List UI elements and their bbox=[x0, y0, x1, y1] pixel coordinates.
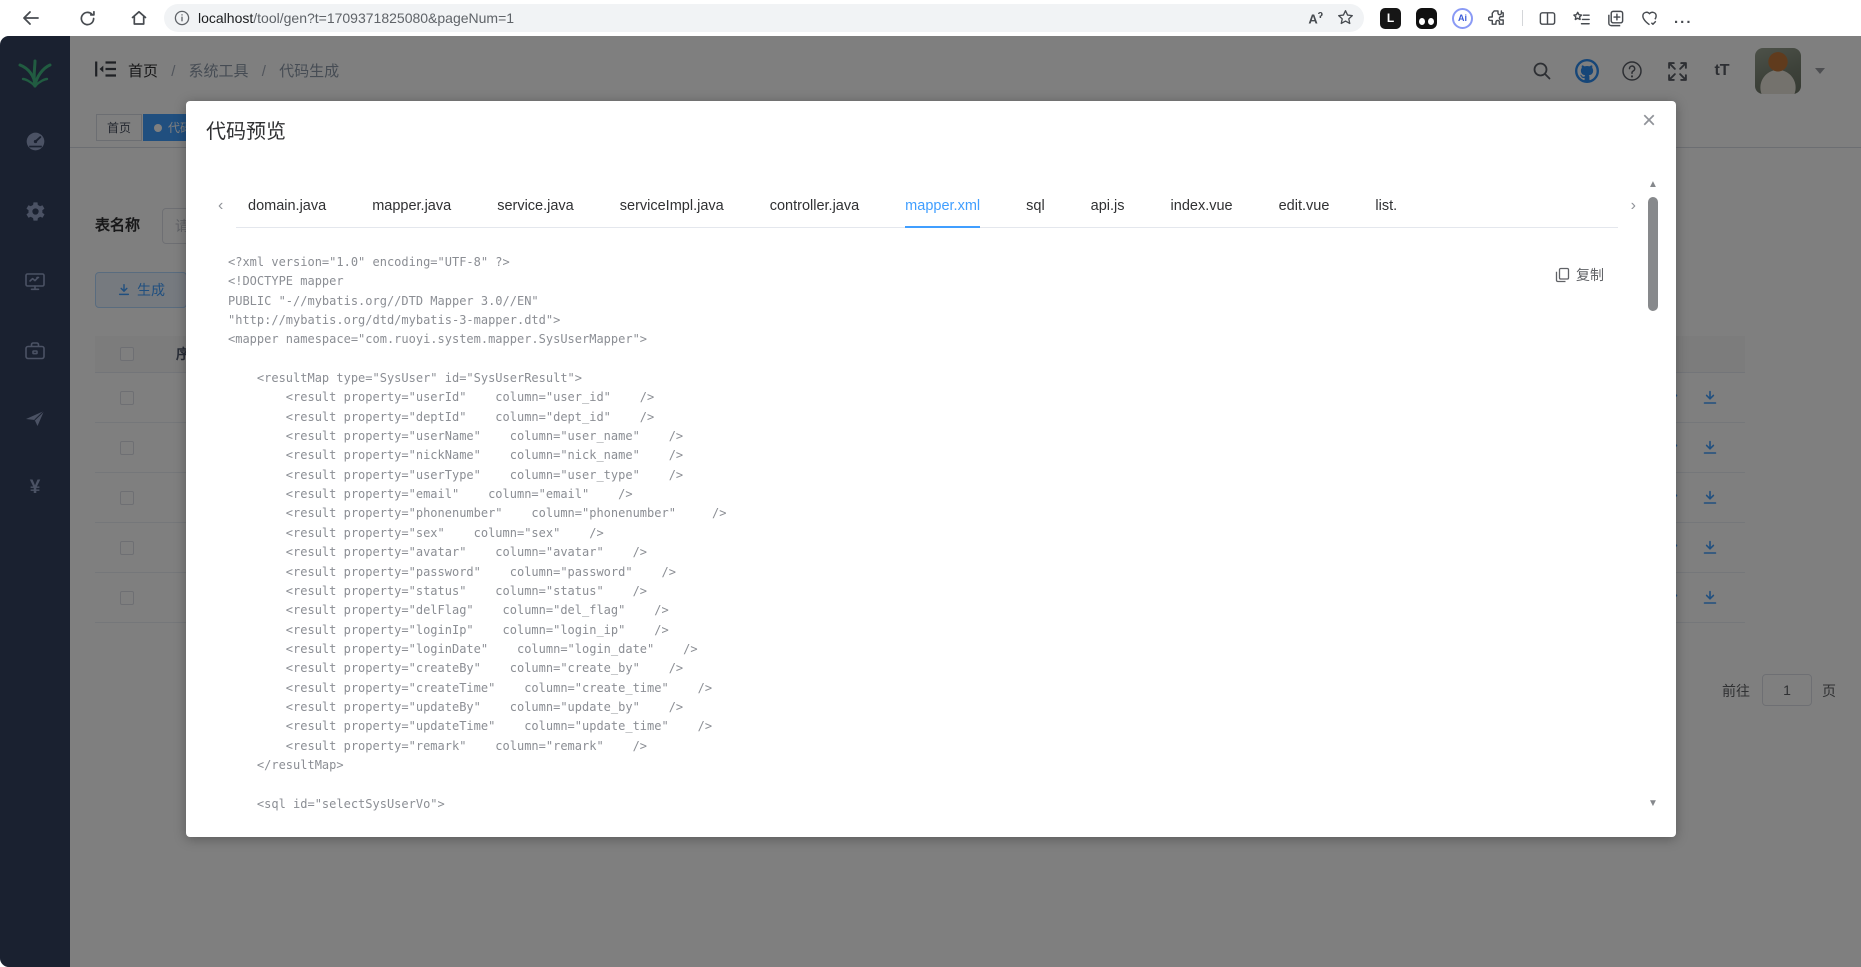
file-tab-label: serviceImpl.java bbox=[619, 198, 724, 214]
file-tab-label: edit.vue bbox=[1278, 198, 1330, 214]
file-tab-label: list. bbox=[1375, 198, 1398, 214]
file-tab-label: mapper.java bbox=[372, 198, 452, 214]
favorite-star-icon[interactable] bbox=[1337, 9, 1354, 26]
file-tabs: domain.java mapper.java service.java ser… bbox=[248, 187, 1397, 228]
dialog-title: 代码预览 bbox=[206, 121, 286, 143]
file-tab-label: index.vue bbox=[1170, 198, 1233, 214]
browser-home-button[interactable] bbox=[122, 4, 156, 32]
collections-icon[interactable] bbox=[1606, 9, 1625, 28]
home-icon bbox=[131, 10, 147, 25]
extension-l-icon[interactable]: L bbox=[1380, 7, 1401, 29]
browser-extensions-area: L Ai ... bbox=[1380, 7, 1693, 29]
scrollbar-up-arrow[interactable]: ▲ bbox=[1646, 179, 1660, 190]
scrollbar-thumb[interactable] bbox=[1648, 197, 1658, 311]
code-preview-text: <?xml version="1.0" encoding="UTF-8" ?> … bbox=[228, 255, 727, 811]
favorites-bar-icon[interactable] bbox=[1572, 9, 1591, 28]
url-path: /tool/gen?t=1709371825080&pageNum=1 bbox=[253, 10, 515, 26]
url-host: localhost bbox=[198, 10, 254, 26]
back-arrow-icon bbox=[23, 11, 39, 25]
refresh-icon bbox=[80, 10, 95, 25]
file-tab-label: api.js bbox=[1090, 198, 1125, 214]
file-tab[interactable]: controller.java bbox=[770, 187, 859, 228]
address-bar[interactable]: localhost/tool/gen?t=1709371825080&pageN… bbox=[164, 4, 1364, 32]
file-tab[interactable]: edit.vue bbox=[1279, 187, 1330, 228]
site-info-icon[interactable] bbox=[174, 10, 190, 26]
file-tab-label: mapper.xml bbox=[905, 198, 981, 214]
file-tab[interactable]: mapper.xml bbox=[905, 187, 981, 228]
extension-ai-icon[interactable]: Ai bbox=[1452, 7, 1473, 29]
browser-essentials-icon[interactable] bbox=[1640, 9, 1659, 28]
browser-toolbar: localhost/tool/gen?t=1709371825080&pageN… bbox=[0, 0, 1861, 36]
file-tab[interactable]: sql bbox=[1026, 187, 1045, 228]
url-text: localhost/tool/gen?t=1709371825080&pageN… bbox=[198, 10, 1308, 26]
file-tab[interactable]: index.vue bbox=[1171, 187, 1233, 228]
file-tab-label: sql bbox=[1026, 198, 1045, 214]
split-screen-icon[interactable] bbox=[1538, 9, 1557, 28]
dialog-close-button[interactable]: × bbox=[1642, 109, 1656, 133]
file-tab[interactable]: serviceImpl.java bbox=[620, 187, 724, 228]
browser-more-menu-icon[interactable]: ... bbox=[1674, 10, 1693, 27]
file-tab-label: service.java bbox=[497, 198, 574, 214]
toolbar-divider bbox=[1522, 10, 1523, 26]
file-tab-label: controller.java bbox=[769, 198, 860, 214]
file-tab[interactable]: service.java bbox=[497, 187, 574, 228]
file-tab[interactable]: api.js bbox=[1091, 187, 1125, 228]
extension-panda-icon[interactable] bbox=[1416, 7, 1437, 29]
scrollbar-down-arrow[interactable]: ▼ bbox=[1646, 798, 1660, 809]
file-tab-label: domain.java bbox=[248, 198, 327, 214]
tabs-scroll-right[interactable]: › bbox=[1631, 198, 1636, 214]
browser-back-button[interactable] bbox=[14, 4, 48, 32]
app-window: ¥ 首页 / 系统工具 / 代码生成 bbox=[0, 36, 1861, 967]
read-aloud-icon[interactable]: Aɂ bbox=[1308, 9, 1323, 26]
file-tab[interactable]: list. bbox=[1375, 187, 1397, 228]
code-preview-dialog: 代码预览 × ‹ › domain.java mapper.java servi… bbox=[186, 101, 1676, 837]
file-tab[interactable]: mapper.java bbox=[372, 187, 451, 228]
tabs-scroll-left[interactable]: ‹ bbox=[218, 198, 223, 214]
browser-refresh-button[interactable] bbox=[70, 4, 104, 32]
file-tab[interactable]: domain.java bbox=[248, 187, 326, 228]
extensions-puzzle-icon[interactable] bbox=[1488, 9, 1507, 28]
